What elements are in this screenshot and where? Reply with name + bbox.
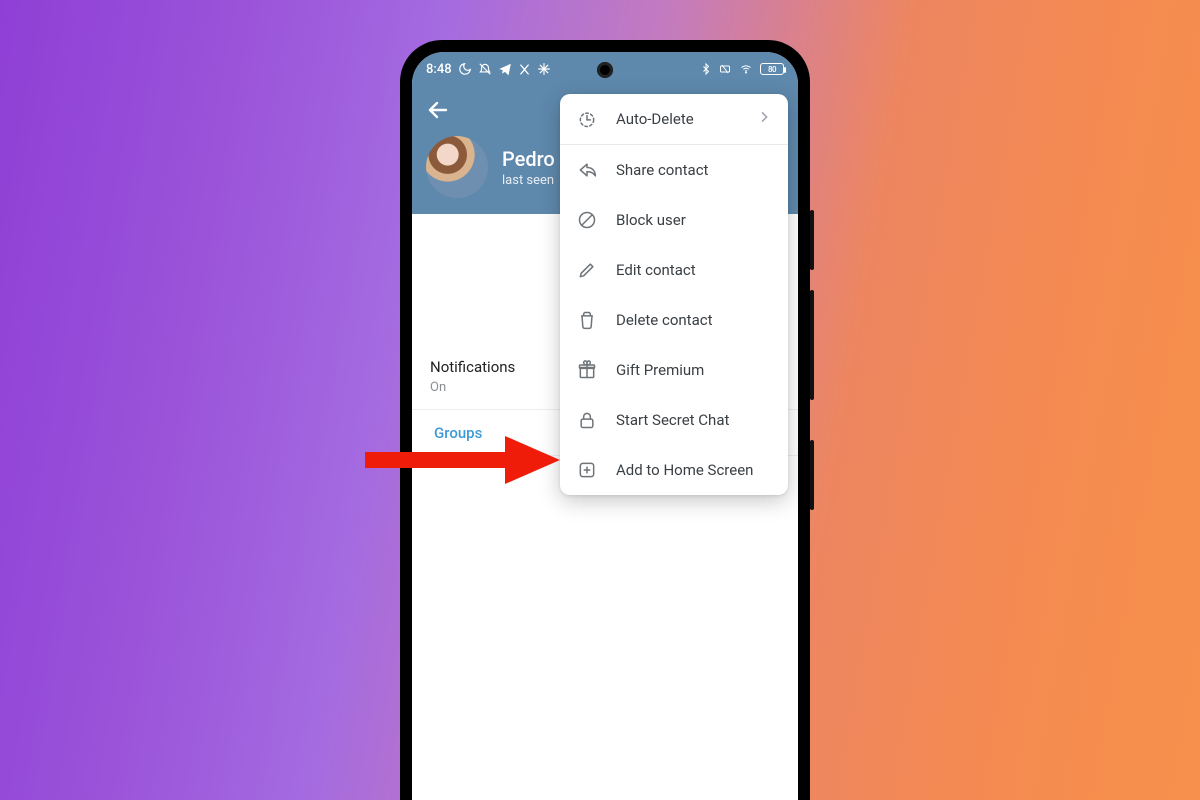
contact-presence: last seen (502, 173, 555, 188)
menu-label: Gift Premium (616, 361, 772, 379)
trash-icon (576, 309, 598, 331)
tab-groups[interactable]: Groups (430, 410, 486, 455)
menu-item-add-home-screen[interactable]: Add to Home Screen (560, 445, 788, 495)
battery-percent: 80 (768, 65, 776, 74)
x-icon (518, 63, 531, 76)
overflow-menu: Auto-Delete Share contact Bl (560, 94, 788, 495)
phone-camera-cutout (597, 62, 613, 78)
chevron-right-icon (756, 109, 772, 129)
phone-side-button (810, 210, 814, 270)
back-button[interactable] (426, 98, 450, 126)
contact-name: Pedro (502, 147, 555, 171)
block-icon (576, 209, 598, 231)
sparkle-icon (537, 62, 551, 76)
moon-icon (458, 62, 472, 76)
menu-label: Share contact (616, 161, 772, 179)
menu-label: Add to Home Screen (616, 461, 772, 479)
pencil-icon (576, 259, 598, 281)
menu-label: Start Secret Chat (616, 411, 772, 429)
battery-icon: 80 (760, 63, 784, 75)
lock-icon (576, 409, 598, 431)
menu-label: Edit contact (616, 261, 772, 279)
menu-item-gift-premium[interactable]: Gift Premium (560, 345, 788, 395)
phone-side-button (810, 290, 814, 400)
mute-icon (478, 62, 492, 76)
menu-item-edit-contact[interactable]: Edit contact (560, 245, 788, 295)
phone-screen: 8:48 80 (412, 52, 798, 800)
phone-side-button (810, 440, 814, 510)
timer-icon (576, 108, 598, 130)
menu-item-start-secret-chat[interactable]: Start Secret Chat (560, 395, 788, 445)
add-to-home-icon (576, 459, 598, 481)
gradient-background: 8:48 80 (0, 0, 1200, 800)
gift-icon (576, 359, 598, 381)
no-sim-icon (718, 63, 732, 75)
telegram-plane-icon (498, 62, 512, 76)
bluetooth-icon (700, 62, 712, 76)
menu-label: Auto-Delete (616, 110, 738, 128)
menu-item-auto-delete[interactable]: Auto-Delete (560, 94, 788, 144)
menu-item-delete-contact[interactable]: Delete contact (560, 295, 788, 345)
menu-item-block-user[interactable]: Block user (560, 195, 788, 245)
menu-label: Delete contact (616, 311, 772, 329)
avatar[interactable] (426, 136, 488, 198)
menu-item-share-contact[interactable]: Share contact (560, 145, 788, 195)
status-time: 8:48 (426, 62, 452, 77)
wifi-icon (738, 63, 754, 75)
share-icon (576, 159, 598, 181)
phone-frame: 8:48 80 (400, 40, 810, 800)
menu-label: Block user (616, 211, 772, 229)
